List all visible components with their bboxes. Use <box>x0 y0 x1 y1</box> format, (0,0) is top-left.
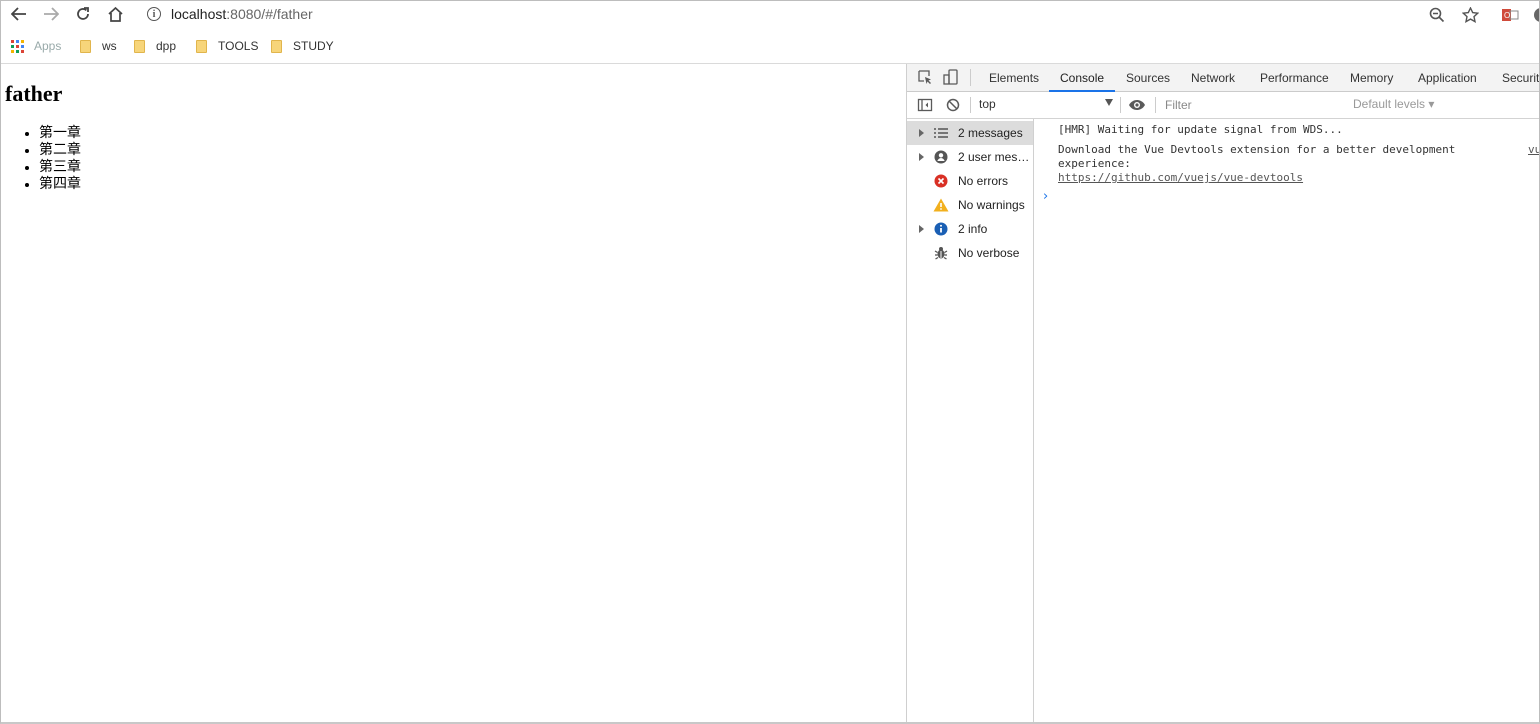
sidebar-item-user-messages[interactable]: 2 user mess... <box>907 145 1033 169</box>
folder-icon <box>134 39 145 53</box>
url-host: localhost <box>171 6 227 22</box>
bookmark-label: TOOLS <box>218 39 259 53</box>
console-toolbar: top Filter Default levels ▾ <box>907 92 1539 119</box>
sidebar-item-verbose[interactable]: No verbose <box>907 241 1033 265</box>
sidebar-item-label: No warnings <box>958 198 1025 212</box>
tab-security[interactable]: Security <box>1502 64 1539 91</box>
tab-network[interactable]: Network <box>1191 64 1235 91</box>
console-message: [HMR] Waiting for update signal from WDS… <box>1058 123 1343 137</box>
forward-icon[interactable] <box>39 3 63 25</box>
bookmark-tools[interactable]: TOOLS <box>196 38 258 54</box>
chapter-list: 第一章 第二章 第三章 第四章 <box>1 125 81 193</box>
context-value: top <box>979 97 996 111</box>
devtools-tabbar: Elements Console Sources Network Perform… <box>907 64 1539 92</box>
bookmark-label: dpp <box>156 39 177 53</box>
sidebar-item-label: 2 info <box>958 222 988 236</box>
console-output: [HMR] Waiting for update signal from WDS… <box>1034 119 1539 722</box>
bookmark-label: ws <box>102 39 117 53</box>
bookmark-dpp[interactable]: dpp <box>134 38 176 54</box>
bookmark-label: Apps <box>34 39 62 53</box>
sidebar-item-label: No verbose <box>958 246 1020 260</box>
tab-sources[interactable]: Sources <box>1126 64 1170 91</box>
info-icon <box>933 221 949 237</box>
folder-icon <box>80 39 91 53</box>
toolbar-divider <box>1120 97 1121 113</box>
sidebar-toggle-icon[interactable] <box>917 97 933 113</box>
log-levels-dropdown[interactable]: Default levels ▾ <box>1353 97 1434 111</box>
console-message: Download the Vue Devtools extension for … <box>1058 143 1498 185</box>
page-content: father 第一章 第二章 第三章 第四章 <box>1 64 905 722</box>
sidebar-item-messages[interactable]: 2 messages <box>907 121 1033 145</box>
profile-icon[interactable] <box>1532 5 1539 25</box>
extension-icon[interactable]: O <box>1501 5 1519 25</box>
list-item: 第三章 <box>39 159 81 176</box>
list-item: 第四章 <box>39 176 81 193</box>
devtools-panel: Elements Console Sources Network Perform… <box>906 64 1539 722</box>
site-info-icon[interactable]: i <box>147 7 161 21</box>
svg-text:O: O <box>1504 11 1510 20</box>
list-item: 第二章 <box>39 142 81 159</box>
home-icon[interactable] <box>103 3 127 25</box>
error-icon <box>933 173 949 189</box>
filter-input[interactable]: Filter <box>1165 98 1192 112</box>
dropdown-arrow-icon <box>1105 99 1113 106</box>
url-path: :8080/#/father <box>226 6 313 22</box>
context-selector[interactable]: top <box>979 97 1113 113</box>
folder-icon <box>271 39 282 53</box>
console-prompt-icon[interactable]: › <box>1043 189 1048 204</box>
user-icon <box>933 149 949 165</box>
sidebar-item-info[interactable]: 2 info <box>907 217 1033 241</box>
sidebar-item-errors[interactable]: No errors <box>907 169 1033 193</box>
expand-arrow-icon[interactable] <box>919 153 924 161</box>
message-text-continued: experience: <box>1058 157 1131 170</box>
warning-icon <box>933 197 949 213</box>
sidebar-item-label: No errors <box>958 174 1009 188</box>
inspect-element-icon[interactable] <box>917 69 933 85</box>
message-source-link[interactable]: vue <box>1528 143 1539 156</box>
bug-icon <box>933 245 949 261</box>
list-icon <box>933 125 949 141</box>
sidebar-item-label: 2 user mess... <box>958 150 1031 164</box>
address-bar[interactable]: i localhost:8080/#/father <box>147 4 313 24</box>
browser-toolbar: i localhost:8080/#/father O <box>1 1 1539 29</box>
tab-performance[interactable]: Performance <box>1260 64 1329 91</box>
clear-console-icon[interactable] <box>945 97 961 113</box>
message-text: [HMR] Waiting for update signal from WDS… <box>1058 123 1343 136</box>
console-sidebar: 2 messages 2 user mess... No errors No w… <box>907 119 1034 722</box>
sidebar-item-label: 2 messages <box>958 126 1023 140</box>
back-icon[interactable] <box>7 3 31 25</box>
tab-memory[interactable]: Memory <box>1350 64 1393 91</box>
tab-elements[interactable]: Elements <box>989 64 1039 91</box>
tab-console[interactable]: Console <box>1048 64 1116 92</box>
bookmark-apps[interactable]: Apps <box>11 38 61 54</box>
apps-grid-icon <box>11 39 24 53</box>
list-item: 第一章 <box>39 125 81 142</box>
bookmark-study[interactable]: STUDY <box>271 38 334 54</box>
page-heading: father <box>5 81 63 106</box>
star-icon[interactable] <box>1462 5 1479 25</box>
tab-application[interactable]: Application <box>1418 64 1477 91</box>
sidebar-item-warnings[interactable]: No warnings <box>907 193 1033 217</box>
bookmarks-bar: Apps ws dpp TOOLS STUDY <box>1 29 1539 64</box>
bookmark-label: STUDY <box>293 39 334 53</box>
browser-window: i localhost:8080/#/father O Apps ws dpp… <box>0 0 1540 724</box>
devtools-link[interactable]: https://github.com/vuejs/vue-devtools <box>1058 171 1303 184</box>
message-text: Download the Vue Devtools extension for … <box>1058 143 1456 156</box>
reload-icon[interactable] <box>71 3 95 25</box>
eye-icon[interactable] <box>1128 97 1145 113</box>
toolbar-divider <box>1155 97 1156 113</box>
toolbar-divider <box>970 69 971 86</box>
bookmark-ws[interactable]: ws <box>80 38 117 54</box>
expand-arrow-icon[interactable] <box>919 129 924 137</box>
folder-icon <box>196 39 207 53</box>
device-toolbar-icon[interactable] <box>943 69 959 85</box>
toolbar-divider <box>970 97 971 113</box>
zoom-icon[interactable] <box>1429 5 1445 25</box>
expand-arrow-icon[interactable] <box>919 225 924 233</box>
